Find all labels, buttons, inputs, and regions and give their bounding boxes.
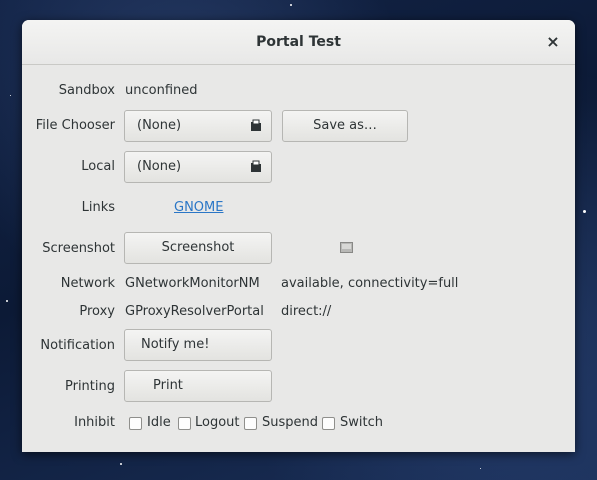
close-icon[interactable]: × (539, 28, 567, 56)
background-star (290, 4, 292, 6)
inhibit-switch-label[interactable]: Switch (340, 415, 383, 430)
background-star (480, 468, 481, 469)
inhibit-logout-label[interactable]: Logout (195, 415, 240, 430)
save-as-button[interactable]: Save as… (282, 110, 408, 142)
network-label: Network (60, 276, 115, 291)
proxy-value: direct:// (281, 304, 332, 319)
local-file-button[interactable]: (None) (124, 151, 272, 183)
local-label: Local (81, 159, 115, 174)
background-star (6, 300, 8, 302)
title-bar: Portal Test × (22, 20, 575, 65)
network-status-value: available, connectivity=full (281, 276, 459, 291)
screenshot-label: Screenshot (42, 241, 115, 256)
inhibit-suspend-label[interactable]: Suspend (262, 415, 318, 430)
image-icon (340, 242, 353, 253)
background-star (583, 210, 586, 213)
inhibit-suspend-checkbox[interactable] (244, 417, 257, 430)
notify-me-button[interactable]: Notify me! (124, 329, 272, 361)
sandbox-value: unconfined (125, 83, 198, 98)
inhibit-label: Inhibit (74, 415, 115, 430)
inhibit-logout-checkbox[interactable] (178, 417, 191, 430)
file-chooser-button[interactable]: (None) (124, 110, 272, 142)
inhibit-idle-label[interactable]: Idle (147, 415, 171, 430)
file-chooser-label: File Chooser (35, 118, 115, 133)
screenshot-button[interactable]: Screenshot (124, 232, 272, 264)
notification-label: Notification (40, 338, 115, 353)
portal-test-window: Portal Test × Sandbox unconfined File Ch… (22, 20, 575, 452)
proxy-label: Proxy (79, 304, 115, 319)
gnome-link[interactable]: GNOME (174, 200, 223, 215)
document-open-icon (251, 160, 261, 172)
printing-label: Printing (64, 379, 115, 394)
inhibit-switch-checkbox[interactable] (322, 417, 335, 430)
sandbox-label: Sandbox (58, 83, 115, 98)
background-star (120, 463, 122, 465)
print-button[interactable]: Print (124, 370, 272, 402)
proxy-resolver-value: GProxyResolverPortal (125, 304, 264, 319)
inhibit-idle-checkbox[interactable] (129, 417, 142, 430)
local-file-value: (None) (137, 159, 182, 174)
file-chooser-value: (None) (137, 118, 182, 133)
window-title: Portal Test (256, 34, 341, 50)
document-open-icon (251, 119, 261, 131)
network-monitor-value: GNetworkMonitorNM (125, 276, 260, 291)
links-label: Links (81, 200, 115, 215)
background-star (10, 95, 11, 96)
